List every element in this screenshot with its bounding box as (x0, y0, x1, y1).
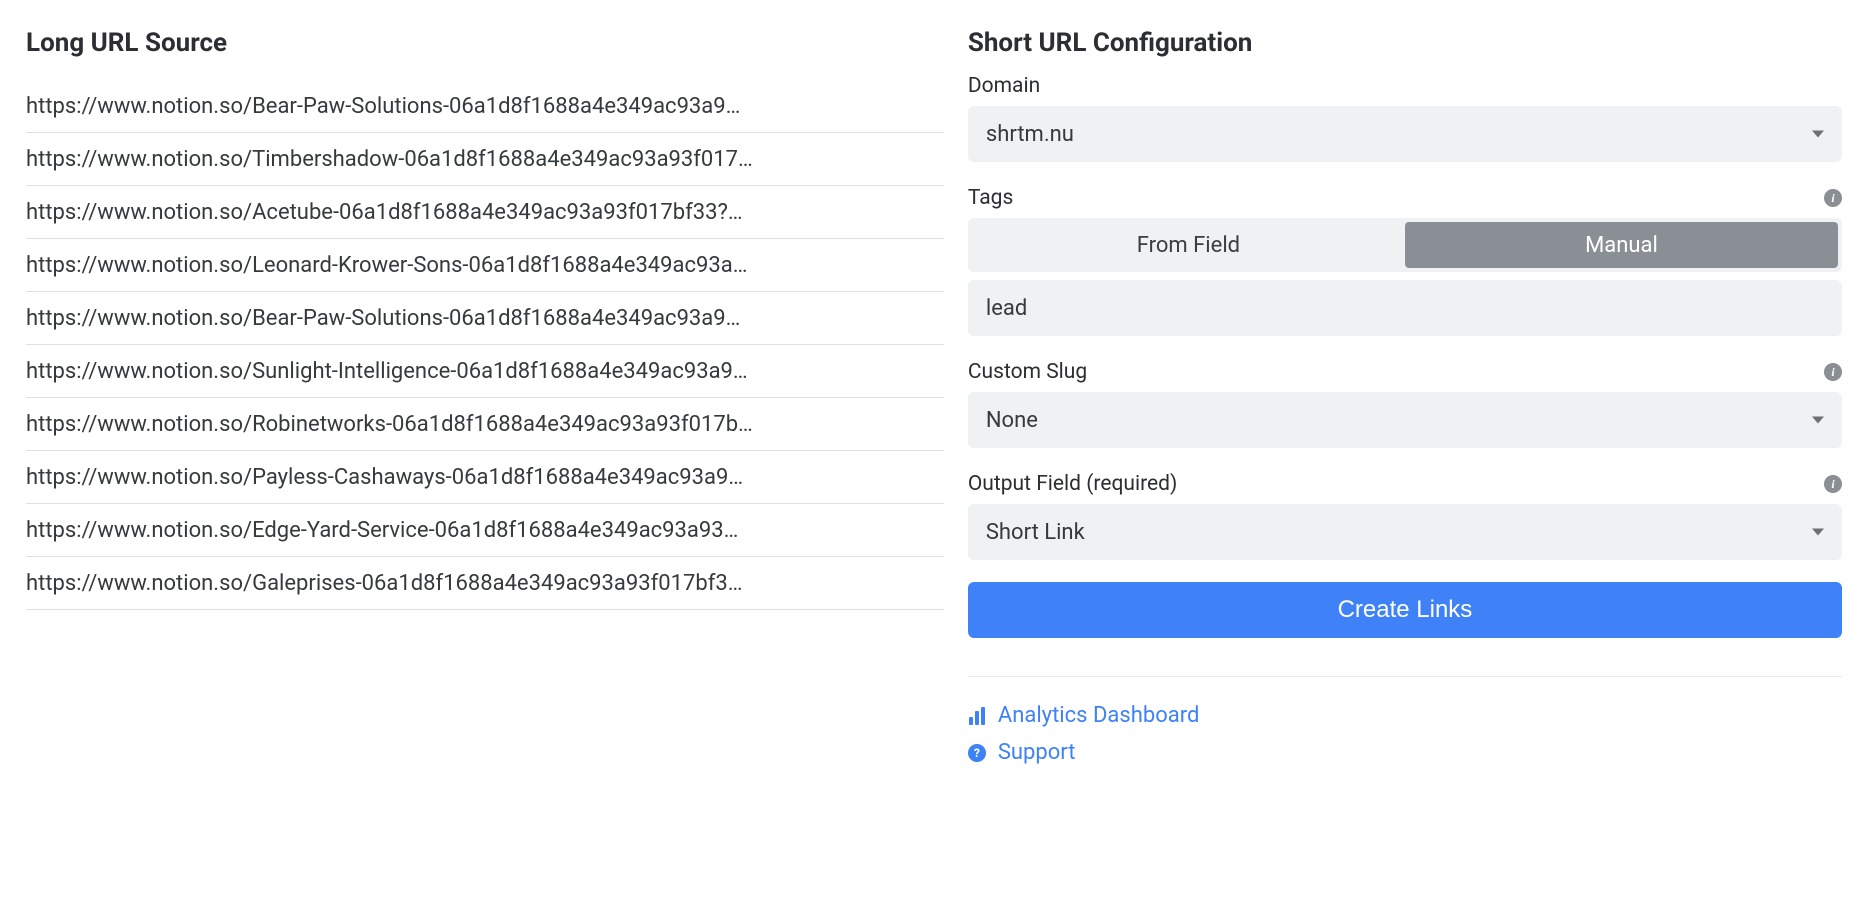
support-link-label: Support (998, 740, 1076, 765)
chevron-down-icon (1812, 529, 1824, 536)
url-item[interactable]: https://www.notion.so/Leonard-Krower-Son… (26, 239, 944, 292)
tags-label: Tags (968, 186, 1013, 210)
output-field-value: Short Link (986, 520, 1085, 545)
custom-slug-section: Custom Slug i None (968, 360, 1842, 448)
domain-section: Domain shrtm.nu (968, 74, 1842, 162)
domain-value: shrtm.nu (986, 122, 1074, 147)
info-icon[interactable]: i (1824, 189, 1842, 207)
url-item[interactable]: https://www.notion.so/Galeprises-06a1d8f… (26, 557, 944, 610)
custom-slug-value: None (986, 408, 1038, 433)
custom-slug-label: Custom Slug (968, 360, 1087, 384)
support-link[interactable]: ? Support (968, 740, 1842, 765)
url-item[interactable]: https://www.notion.so/Edge-Yard-Service-… (26, 504, 944, 557)
long-url-source-panel: Long URL Source https://www.notion.so/Be… (26, 28, 944, 890)
url-item[interactable]: https://www.notion.so/Timbershadow-06a1d… (26, 133, 944, 186)
analytics-link-label: Analytics Dashboard (998, 703, 1200, 728)
chevron-down-icon (1812, 417, 1824, 424)
tags-section: Tags i From Field Manual lead (968, 186, 1842, 336)
tags-mode-from-field[interactable]: From Field (972, 222, 1405, 268)
info-icon[interactable]: i (1824, 475, 1842, 493)
help-icon: ? (968, 744, 986, 762)
analytics-dashboard-link[interactable]: Analytics Dashboard (968, 703, 1842, 728)
create-links-button[interactable]: Create Links (968, 582, 1842, 638)
domain-select[interactable]: shrtm.nu (968, 106, 1842, 162)
info-icon[interactable]: i (1824, 363, 1842, 381)
url-list: https://www.notion.so/Bear-Paw-Solutions… (26, 80, 944, 610)
url-item[interactable]: https://www.notion.so/Robinetworks-06a1d… (26, 398, 944, 451)
footer-links: Analytics Dashboard ? Support (968, 703, 1842, 765)
url-item[interactable]: https://www.notion.so/Bear-Paw-Solutions… (26, 80, 944, 133)
tags-mode-segmented: From Field Manual (968, 218, 1842, 272)
tags-mode-manual[interactable]: Manual (1405, 222, 1838, 268)
chevron-down-icon (1812, 131, 1824, 138)
url-item[interactable]: https://www.notion.so/Acetube-06a1d8f168… (26, 186, 944, 239)
tags-value: lead (986, 296, 1027, 321)
url-item[interactable]: https://www.notion.so/Payless-Cashaways-… (26, 451, 944, 504)
domain-label: Domain (968, 74, 1040, 98)
short-url-config-panel: Short URL Configuration Domain shrtm.nu … (968, 28, 1842, 890)
long-url-heading: Long URL Source (26, 28, 944, 58)
output-field-label: Output Field (required) (968, 472, 1177, 496)
divider (968, 676, 1842, 677)
bar-chart-icon (968, 707, 986, 725)
url-item[interactable]: https://www.notion.so/Bear-Paw-Solutions… (26, 292, 944, 345)
output-field-section: Output Field (required) i Short Link (968, 472, 1842, 560)
url-item[interactable]: https://www.notion.so/Sunlight-Intellige… (26, 345, 944, 398)
tags-input[interactable]: lead (968, 280, 1842, 336)
custom-slug-select[interactable]: None (968, 392, 1842, 448)
short-url-heading: Short URL Configuration (968, 28, 1842, 58)
output-field-select[interactable]: Short Link (968, 504, 1842, 560)
